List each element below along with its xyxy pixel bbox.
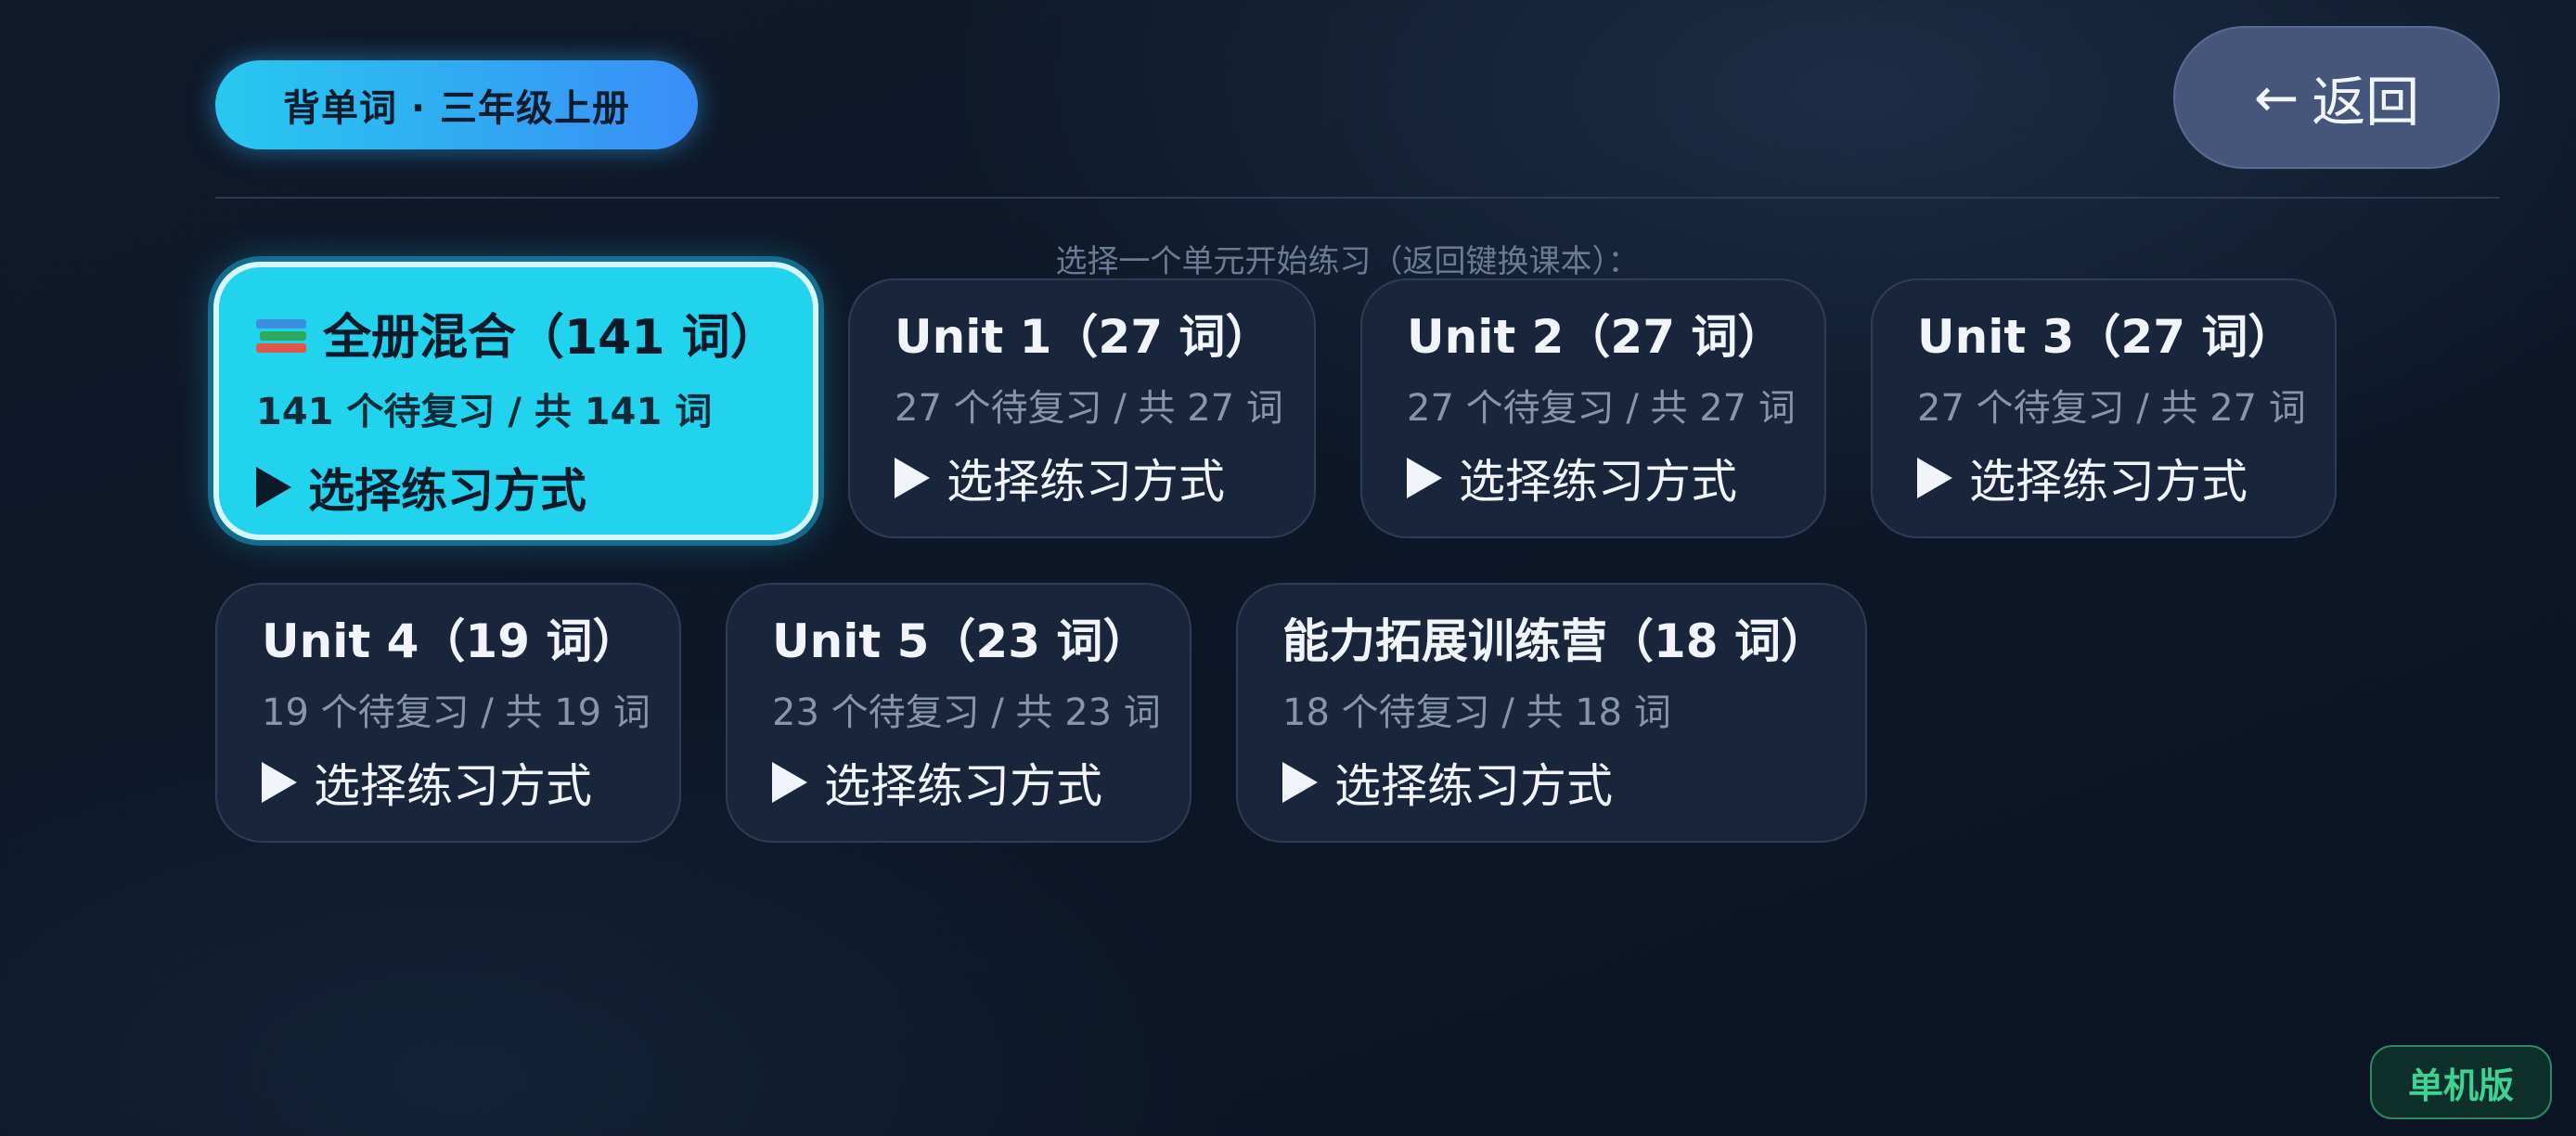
books-icon: [256, 319, 306, 355]
choose-practice-mode: 选择练习方式: [256, 454, 813, 521]
page-title: 背单词 · 三年级上册: [215, 60, 698, 149]
unit-card-progress: 27 个待复习 / 共 27 词: [1917, 386, 2306, 430]
play-icon: [1282, 761, 1318, 803]
unit-card-title: 能力拓展训练营（18 词）: [1282, 614, 1827, 668]
choose-practice-mode: 选择练习方式: [1282, 749, 1865, 816]
back-button-label: 返回: [2312, 71, 2420, 134]
unit-card-unit-1[interactable]: Unit 1（27 词） 27 个待复习 / 共 27 词 选择练习方式: [848, 278, 1316, 538]
unit-card-title: Unit 1（27 词）: [895, 310, 1272, 364]
header-divider: [215, 197, 2500, 199]
unit-card-title: Unit 2（27 词）: [1407, 310, 1784, 364]
play-icon: [1407, 457, 1442, 498]
unit-card-progress: 18 个待复习 / 共 18 词: [1282, 691, 1671, 734]
unit-card-progress: 27 个待复习 / 共 27 词: [1407, 386, 1796, 430]
play-icon: [772, 761, 807, 803]
unit-card-all[interactable]: 全册混合（141 词） 141 个待复习 / 共 141 词 选择练习方式: [213, 262, 818, 540]
unit-card-progress: 23 个待复习 / 共 23 词: [772, 691, 1161, 734]
unit-card-extension-camp[interactable]: 能力拓展训练营（18 词） 18 个待复习 / 共 18 词 选择练习方式: [1236, 583, 1867, 843]
unit-card-unit-5[interactable]: Unit 5（23 词） 23 个待复习 / 共 23 词 选择练习方式: [726, 583, 1191, 843]
unit-card-progress: 19 个待复习 / 共 19 词: [262, 691, 650, 734]
choose-practice-mode: 选择练习方式: [1917, 445, 2335, 511]
play-icon: [262, 761, 297, 803]
unit-card-title: Unit 5（23 词）: [772, 614, 1150, 668]
back-button[interactable]: ← 返回: [2173, 26, 2500, 169]
unit-card-unit-3[interactable]: Unit 3（27 词） 27 个待复习 / 共 27 词 选择练习方式: [1871, 278, 2337, 538]
play-icon: [895, 457, 930, 498]
offline-mode-badge: 单机版: [2370, 1045, 2552, 1119]
play-icon: [1917, 457, 1952, 498]
choose-practice-mode: 选择练习方式: [1407, 445, 1824, 511]
unit-card-progress: 27 个待复习 / 共 27 词: [895, 386, 1283, 430]
unit-card-title: Unit 3（27 词）: [1917, 310, 2295, 364]
choose-practice-mode: 选择练习方式: [262, 749, 679, 816]
choose-practice-mode: 选择练习方式: [772, 749, 1190, 816]
unit-card-progress: 141 个待复习 / 共 141 词: [256, 391, 713, 433]
unit-card-title: Unit 4（19 词）: [262, 614, 639, 668]
choose-practice-mode: 选择练习方式: [895, 445, 1314, 511]
arrow-left-icon: ←: [2253, 66, 2299, 129]
unit-card-title: 全册混合（141 词）: [256, 308, 813, 368]
play-icon: [256, 467, 291, 508]
unit-card-unit-2[interactable]: Unit 2（27 词） 27 个待复习 / 共 27 词 选择练习方式: [1360, 278, 1826, 538]
unit-card-unit-4[interactable]: Unit 4（19 词） 19 个待复习 / 共 19 词 选择练习方式: [215, 583, 681, 843]
